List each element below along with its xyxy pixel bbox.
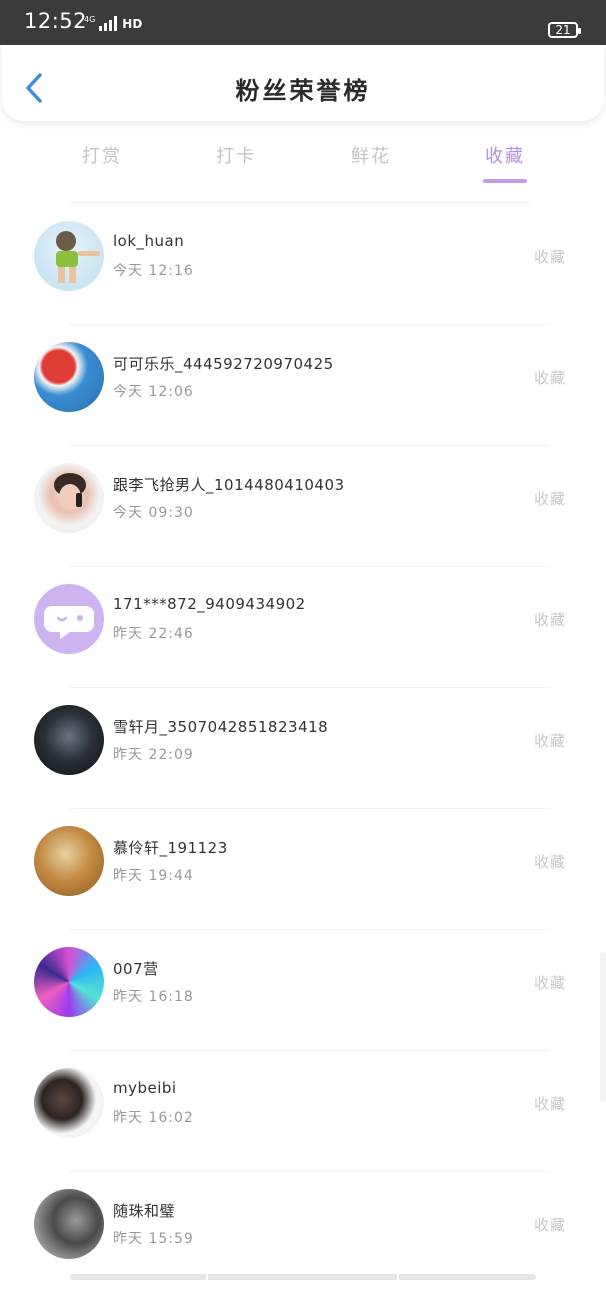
timestamp: 昨天 19:44	[113, 868, 194, 884]
user-name: 随珠和璧	[113, 1202, 176, 1220]
timestamp: 昨天 16:18	[113, 989, 194, 1005]
timestamp: 昨天 16:02	[113, 1110, 194, 1126]
tab-favorites[interactable]: 收藏	[455, 142, 555, 168]
avatar[interactable]	[34, 1189, 104, 1259]
list-item[interactable]: 慕伶轩_191123 昨天 19:44 收藏	[0, 809, 606, 930]
network-type: 4G	[84, 15, 96, 24]
avatar[interactable]	[34, 584, 104, 654]
list-item[interactable]: 雪轩月_3507042851823418 昨天 22:09 收藏	[0, 688, 606, 809]
chat-bubble-icon	[44, 606, 94, 639]
app-header: 粉丝荣誉榜	[2, 45, 604, 121]
favorite-label: 收藏	[534, 611, 567, 629]
active-tab-indicator	[483, 179, 527, 183]
hd-label: HD	[122, 17, 143, 31]
avatar[interactable]	[34, 705, 104, 775]
list-item[interactable]: 007营 昨天 16:18 收藏	[0, 930, 606, 1051]
favorite-label: 收藏	[534, 369, 567, 387]
user-name: 171***872_9409434902	[113, 595, 306, 613]
tab-reward[interactable]: 打赏	[52, 142, 152, 168]
list-item[interactable]: mybeibi 昨天 16:02 收藏	[0, 1051, 606, 1172]
status-time: 12:52	[24, 9, 88, 33]
divider	[70, 202, 530, 203]
timestamp: 昨天 15:59	[113, 1231, 194, 1247]
bottom-tab-strip	[70, 1274, 536, 1280]
favorite-label: 收藏	[534, 732, 567, 750]
favorite-label: 收藏	[534, 853, 567, 871]
user-name: 慕伶轩_191123	[113, 839, 228, 857]
avatar[interactable]	[34, 947, 104, 1017]
timestamp: 昨天 22:09	[113, 747, 194, 763]
avatar[interactable]	[34, 826, 104, 896]
avatar[interactable]	[34, 342, 104, 412]
scrollbar[interactable]	[600, 952, 606, 1102]
signal-icon	[99, 16, 118, 31]
list-item[interactable]: 跟李飞抢男人_1014480410403 今天 09:30 收藏	[0, 446, 606, 567]
user-name: 跟李飞抢男人_1014480410403	[113, 476, 345, 494]
tab-bar: 打赏 打卡 鲜花 收藏	[0, 130, 606, 190]
user-name: 雪轩月_3507042851823418	[113, 718, 329, 736]
status-bar: 12:52 4G HD 21	[0, 0, 606, 45]
user-name: 可可乐乐_444592720970425	[113, 355, 334, 373]
avatar[interactable]	[34, 463, 104, 533]
fan-list: lok_huan 今天 12:16 收藏 可可乐乐_44459272097042…	[0, 204, 606, 1293]
timestamp: 今天 12:06	[113, 384, 194, 400]
user-name: lok_huan	[113, 232, 185, 250]
avatar[interactable]	[34, 221, 104, 291]
timestamp: 昨天 22:46	[113, 626, 194, 642]
list-item[interactable]: 可可乐乐_444592720970425 今天 12:06 收藏	[0, 325, 606, 446]
favorite-label: 收藏	[534, 1216, 567, 1234]
favorite-label: 收藏	[534, 1095, 567, 1113]
user-name: mybeibi	[113, 1079, 177, 1097]
battery-icon: 21	[548, 22, 581, 38]
favorite-label: 收藏	[534, 248, 567, 266]
list-item[interactable]: lok_huan 今天 12:16 收藏	[0, 204, 606, 325]
avatar[interactable]	[34, 1068, 104, 1138]
favorite-label: 收藏	[534, 974, 567, 992]
tab-checkin[interactable]: 打卡	[186, 142, 286, 168]
timestamp: 今天 09:30	[113, 505, 194, 521]
page-title: 粉丝荣誉榜	[235, 77, 371, 105]
user-name: 007营	[113, 960, 159, 978]
tab-flowers[interactable]: 鲜花	[321, 142, 421, 168]
list-item[interactable]: 171***872_9409434902 昨天 22:46 收藏	[0, 567, 606, 688]
favorite-label: 收藏	[534, 490, 567, 508]
network-indicator: 4G HD	[84, 16, 142, 31]
timestamp: 今天 12:16	[113, 263, 194, 279]
